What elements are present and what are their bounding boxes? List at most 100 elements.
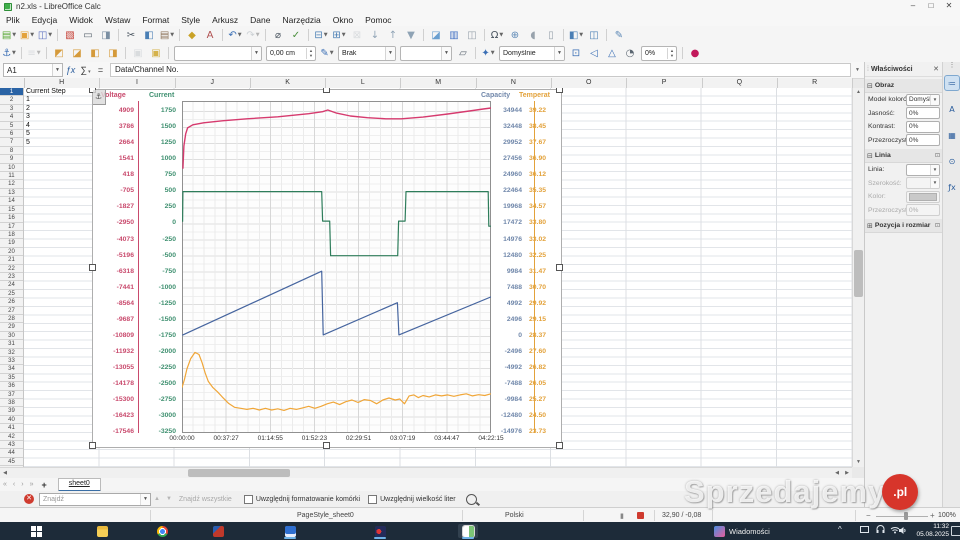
sidebar-tab-functions[interactable]: ƒx bbox=[945, 180, 959, 194]
flip-vertically-icon[interactable]: △ bbox=[604, 46, 620, 61]
chevron-down-icon[interactable]: ▼ bbox=[554, 47, 564, 60]
selection-handle[interactable] bbox=[556, 88, 563, 93]
zoom-level[interactable]: 100% bbox=[938, 512, 956, 519]
cell-H2[interactable]: 1 bbox=[26, 96, 30, 104]
notification-center-icon[interactable] bbox=[951, 526, 960, 536]
row-header-33[interactable]: 33 bbox=[0, 357, 23, 365]
Przezroczysto-control[interactable]: 0% bbox=[906, 134, 940, 146]
row-header-21[interactable]: 21 bbox=[0, 256, 23, 264]
cell-H1[interactable]: Current Step bbox=[26, 88, 66, 96]
selection-handle[interactable] bbox=[89, 442, 96, 449]
next-sheet-icon[interactable]: › bbox=[18, 481, 26, 488]
document-modified-icon[interactable] bbox=[637, 512, 644, 519]
save-icon[interactable]: ◫▼ bbox=[37, 28, 53, 43]
embedded-chart-image[interactable]: ⚓ VoltageCurrentCapacityTemperat 4909378… bbox=[92, 89, 562, 448]
match-formatting-checkbox[interactable] bbox=[244, 495, 253, 504]
menu-narzędzia[interactable]: Narzędzia bbox=[276, 15, 326, 25]
row-header-18[interactable]: 18 bbox=[0, 231, 23, 239]
column-header-I[interactable]: I bbox=[99, 78, 175, 88]
spelling-icon[interactable]: ✓ bbox=[288, 28, 304, 43]
export-pdf-icon[interactable]: ▧ bbox=[62, 28, 78, 43]
language-status[interactable]: Polski bbox=[505, 512, 524, 519]
chevron-down-icon[interactable]: ▼ bbox=[324, 32, 328, 38]
Jasno-control[interactable]: 0% bbox=[906, 107, 940, 119]
chevron-down-icon[interactable]: ▼ bbox=[12, 50, 16, 56]
zoom-out-icon[interactable]: − bbox=[866, 511, 871, 520]
chevron-down-icon[interactable]: ▼ bbox=[170, 32, 174, 38]
chevron-down-icon[interactable]: ▼ bbox=[385, 47, 395, 60]
chevron-down-icon[interactable]: ▼ bbox=[342, 32, 346, 38]
spreadsheet-grid[interactable]: 1234567891011121314151617181920212223242… bbox=[0, 88, 852, 467]
new-document-icon[interactable]: ▤▼ bbox=[1, 28, 17, 43]
row-header-28[interactable]: 28 bbox=[0, 315, 23, 323]
row-header-1[interactable]: 1 bbox=[0, 88, 23, 96]
tray-chevron-up-icon[interactable]: ^ bbox=[838, 525, 842, 534]
line-width-input[interactable]: 0,00 cm▲▼ bbox=[266, 46, 316, 61]
bring-to-front-icon[interactable]: ◩ bbox=[51, 46, 67, 61]
insert-image-icon[interactable]: ◪ bbox=[428, 28, 444, 43]
equals-icon[interactable]: = bbox=[93, 65, 108, 75]
row-header-37[interactable]: 37 bbox=[0, 391, 23, 399]
cut-icon[interactable]: ✂ bbox=[123, 28, 139, 43]
chevron-down-icon[interactable]: ▼ bbox=[52, 64, 62, 76]
autofilter-icon[interactable]: ▼ bbox=[403, 28, 419, 43]
close-find-bar-icon[interactable]: ✕ bbox=[24, 494, 34, 504]
select-all-corner[interactable] bbox=[0, 78, 25, 88]
section-header-linia[interactable]: ⊟Linia⊡ bbox=[865, 149, 943, 163]
scroll-right-icon[interactable]: ▶ bbox=[842, 468, 852, 478]
sidebar-tab-gallery[interactable]: ▦ bbox=[945, 128, 959, 142]
maximize-button[interactable]: □ bbox=[922, 0, 940, 12]
Modelkolorw-control[interactable]: Domyślnie▼ bbox=[906, 94, 940, 106]
Linia-control[interactable]: ▼ bbox=[906, 164, 940, 176]
menu-okno[interactable]: Okno bbox=[327, 15, 359, 25]
chevron-down-icon[interactable]: ▼ bbox=[256, 32, 260, 38]
chevron-down-icon[interactable]: ▼ bbox=[48, 32, 52, 38]
row-header-29[interactable]: 29 bbox=[0, 323, 23, 331]
column-header-K[interactable]: K bbox=[250, 78, 326, 88]
chevron-down-icon[interactable]: ▼ bbox=[930, 165, 939, 175]
row-header-25[interactable]: 25 bbox=[0, 290, 23, 298]
chevron-down-icon[interactable]: ▼ bbox=[441, 47, 451, 60]
last-sheet-icon[interactable]: » bbox=[27, 481, 37, 488]
print-icon[interactable]: ▭ bbox=[80, 28, 96, 43]
zoom-slider-track[interactable] bbox=[876, 516, 928, 517]
chevron-down-icon[interactable]: ▼ bbox=[930, 95, 939, 105]
print-preview-icon[interactable]: ◨ bbox=[98, 28, 114, 43]
row-header-24[interactable]: 24 bbox=[0, 281, 23, 289]
crop-image-icon[interactable]: ⊡ bbox=[568, 46, 584, 61]
sidebar-tab-properties[interactable]: ≔ bbox=[945, 76, 959, 90]
chevron-down-icon[interactable]: ▼ bbox=[140, 494, 150, 505]
row-header-3[interactable]: 3 bbox=[0, 105, 23, 113]
shadow-toggle-icon[interactable]: ▱ bbox=[455, 46, 471, 61]
insert-row-icon[interactable]: ⊟▼ bbox=[313, 28, 329, 43]
menu-edycja[interactable]: Edycja bbox=[26, 15, 64, 25]
flip-horizontally-icon[interactable]: ◁ bbox=[586, 46, 602, 61]
tray-headset-icon[interactable] bbox=[876, 525, 885, 536]
row-header-38[interactable]: 38 bbox=[0, 399, 23, 407]
undo-icon[interactable]: ↶▼ bbox=[227, 28, 243, 43]
menu-wstaw[interactable]: Wstaw bbox=[99, 15, 137, 25]
function-wizard-icon[interactable]: ƒx bbox=[63, 65, 78, 75]
insert-mode-icon[interactable]: ▮ bbox=[620, 512, 624, 520]
row-header-39[interactable]: 39 bbox=[0, 407, 23, 415]
cell-H7[interactable]: 5 bbox=[26, 139, 30, 147]
insert-column-icon[interactable]: ⊞▼ bbox=[331, 28, 347, 43]
start-button[interactable] bbox=[26, 524, 46, 538]
insert-pivot-table-icon[interactable]: ◫ bbox=[464, 28, 480, 43]
selection-handle[interactable] bbox=[323, 88, 330, 93]
find-previous-icon[interactable]: ▲ bbox=[151, 496, 163, 502]
freeze-rows-and-columns-icon[interactable]: ◧▼ bbox=[568, 28, 584, 43]
chevron-down-icon[interactable]: ▼ bbox=[330, 50, 334, 56]
row-header-34[interactable]: 34 bbox=[0, 365, 23, 373]
insert-chart-icon[interactable]: ▥ bbox=[446, 28, 462, 43]
menu-widok[interactable]: Widok bbox=[63, 15, 99, 25]
sum-icon[interactable]: ∑ ▾ bbox=[78, 65, 93, 75]
transparency-icon[interactable]: ◔ bbox=[622, 46, 638, 61]
sidebar-tab-styles[interactable]: A bbox=[945, 102, 959, 116]
row-header-35[interactable]: 35 bbox=[0, 374, 23, 382]
clone-formatting-icon[interactable]: ◆ bbox=[184, 28, 200, 43]
scroll-down-icon[interactable]: ▼ bbox=[853, 458, 864, 467]
page-style-status[interactable]: PageStyle_sheet0 bbox=[297, 512, 354, 519]
menu-format[interactable]: Format bbox=[136, 15, 175, 25]
row-header-15[interactable]: 15 bbox=[0, 206, 23, 214]
